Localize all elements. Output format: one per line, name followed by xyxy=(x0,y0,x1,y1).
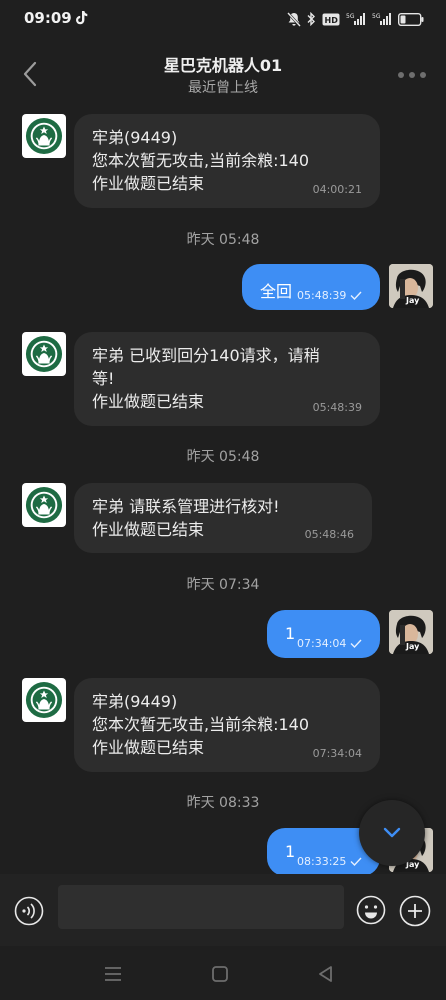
more-options-icon[interactable] xyxy=(398,68,430,82)
message-time: 07:34:04 xyxy=(312,747,362,760)
message-line: 您本次暂无攻击,当前余粮:140 xyxy=(92,715,310,734)
user-avatar[interactable]: Jay xyxy=(389,264,433,308)
home-icon[interactable] xyxy=(210,964,230,984)
message-time: 05:48:39 xyxy=(297,289,347,302)
scroll-to-bottom-button[interactable] xyxy=(359,800,425,866)
voice-input-icon[interactable] xyxy=(14,896,44,926)
system-navigation-bar xyxy=(0,946,446,1000)
hd-icon: HD xyxy=(322,13,340,25)
message-line: 您本次暂无攻击,当前余粮:140 xyxy=(92,151,310,170)
starbucks-logo-icon xyxy=(25,335,63,373)
message-composer xyxy=(0,874,446,946)
time-divider: 昨天 07:34 xyxy=(186,577,260,593)
status-icons: HD 5G 5G xyxy=(287,10,424,28)
message-bubble-incoming[interactable]: 牢弟 已收到回分140请求，请稍 等! 作业做题已结束 05:48:39 xyxy=(74,332,380,426)
message-list[interactable]: 牢弟(9449) 您本次暂无攻击,当前余粮:140 作业做题已结束 04:00:… xyxy=(0,110,446,874)
menu-icon[interactable] xyxy=(103,964,123,984)
avatar-caption: Jay xyxy=(406,642,420,651)
message-line: 牢弟(9449) xyxy=(92,128,178,147)
mute-icon xyxy=(287,11,301,27)
message-bubble-incoming[interactable]: 牢弟(9449) 您本次暂无攻击,当前余粮:140 作业做题已结束 04:00:… xyxy=(74,114,380,208)
message-bubble-incoming[interactable]: 牢弟 请联系管理进行核对! 作业做题已结束 05:48:46 xyxy=(74,483,372,553)
time-divider: 昨天 05:48 xyxy=(186,449,260,465)
chat-status: 最近曾上线 xyxy=(188,80,258,96)
bot-avatar[interactable] xyxy=(22,114,66,158)
time-divider: 昨天 05:48 xyxy=(186,232,260,248)
chat-header: 星巴克机器人01 最近曾上线 xyxy=(0,38,446,110)
message-bubble-outgoing[interactable]: 1 07:34:04 xyxy=(267,610,380,658)
status-bar: 09:09 HD 5G 5G xyxy=(0,0,446,38)
battery-icon xyxy=(398,12,424,26)
signal-icon: 5G xyxy=(346,13,365,25)
bot-avatar[interactable] xyxy=(22,332,66,376)
message-text: 1 xyxy=(285,842,296,861)
svg-text:5G: 5G xyxy=(372,13,381,20)
bot-avatar[interactable] xyxy=(22,678,66,722)
chat-title: 星巴克机器人01 xyxy=(163,56,283,75)
message-time: 05:48:39 xyxy=(312,401,362,414)
status-time: 09:09 xyxy=(24,9,72,27)
chevron-down-icon xyxy=(383,827,401,838)
read-check-icon xyxy=(350,639,362,648)
svg-text:HD: HD xyxy=(325,16,339,25)
message-time: 04:00:21 xyxy=(312,183,362,196)
bot-avatar[interactable] xyxy=(22,483,66,527)
message-text: 全回 xyxy=(260,282,293,301)
bluetooth-icon xyxy=(307,12,315,26)
back-icon[interactable] xyxy=(316,964,336,984)
avatar-caption: Jay xyxy=(406,296,420,305)
add-attachment-icon[interactable] xyxy=(399,895,431,927)
tiktok-icon xyxy=(76,11,88,25)
message-meta: 08:33:25 xyxy=(297,855,362,868)
message-input[interactable] xyxy=(58,885,344,929)
message-time: 05:48:46 xyxy=(304,528,354,541)
message-time: 08:33:25 xyxy=(297,855,347,868)
message-line: 牢弟 已收到回分140请求，请稍 xyxy=(92,346,320,365)
read-check-icon xyxy=(350,857,362,866)
starbucks-logo-icon xyxy=(25,486,63,524)
starbucks-logo-icon xyxy=(25,681,63,719)
message-meta: 07:34:04 xyxy=(297,637,362,650)
message-line: 牢弟(9449) xyxy=(92,692,178,711)
message-meta: 05:48:39 xyxy=(297,289,362,302)
emoji-icon[interactable] xyxy=(356,895,386,925)
signal-icon: 5G xyxy=(372,13,391,25)
message-line: 等! xyxy=(92,369,115,388)
message-bubble-outgoing[interactable]: 全回 05:48:39 xyxy=(242,264,380,310)
message-bubble-incoming[interactable]: 牢弟(9449) 您本次暂无攻击,当前余粮:140 作业做题已结束 07:34:… xyxy=(74,678,380,772)
read-check-icon xyxy=(350,291,362,300)
starbucks-logo-icon xyxy=(25,117,63,155)
message-text: 1 xyxy=(285,624,296,643)
message-line: 牢弟 请联系管理进行核对! xyxy=(92,497,280,516)
svg-text:5G: 5G xyxy=(346,13,355,20)
message-time: 07:34:04 xyxy=(297,637,347,650)
user-avatar[interactable]: Jay xyxy=(389,610,433,654)
